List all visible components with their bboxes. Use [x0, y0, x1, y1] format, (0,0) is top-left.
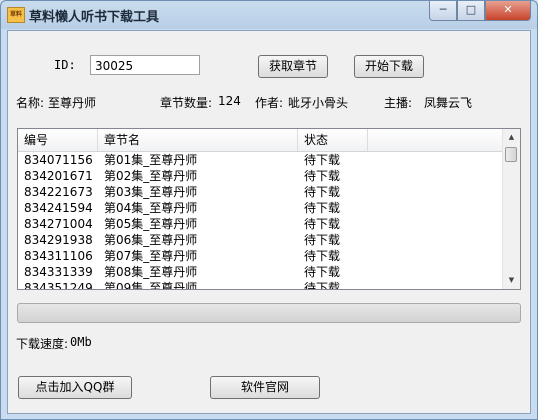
- cell-chapter-name: 第06集_至尊丹师: [104, 233, 198, 247]
- official-website-button[interactable]: 软件官网: [210, 376, 320, 399]
- author-label: 作者:: [255, 96, 284, 110]
- name-label: 名称:: [16, 96, 45, 110]
- cell-chapter-name: 第05集_至尊丹师: [104, 217, 198, 231]
- table-row[interactable]: 834201671 第02集_至尊丹师 待下载: [18, 168, 504, 184]
- narrator-value: 凤舞云飞: [424, 96, 473, 110]
- author-value: 呲牙小骨头: [288, 96, 349, 110]
- scroll-down-icon[interactable]: ▼: [503, 272, 520, 289]
- table-row[interactable]: 834071156 第01集_至尊丹师 待下载: [18, 152, 504, 168]
- close-button[interactable]: ✕: [485, 1, 531, 21]
- table-row[interactable]: 834241594 第04集_至尊丹师 待下载: [18, 200, 504, 216]
- cell-status: 待下载: [304, 217, 341, 231]
- table-header: 编号 章节名 状态: [18, 129, 504, 152]
- app-window: 草料 草料懒人听书下载工具 ─ □ ✕ ID: 30025 获取章节 开始下载 …: [0, 0, 538, 420]
- cell-chapter-name: 第03集_至尊丹师: [104, 185, 198, 199]
- column-header-chapter-name[interactable]: 章节名: [98, 129, 298, 151]
- cell-id: 834071156: [24, 153, 93, 167]
- column-header-status[interactable]: 状态: [298, 129, 368, 151]
- cell-status: 待下载: [304, 201, 341, 215]
- fetch-chapters-button[interactable]: 获取章节: [258, 55, 328, 78]
- start-download-button[interactable]: 开始下载: [354, 55, 424, 78]
- name-value: 至尊丹师: [48, 96, 97, 110]
- cell-chapter-name: 第07集_至尊丹师: [104, 249, 198, 263]
- cell-status: 待下载: [304, 233, 341, 247]
- download-speed-label: 下载速度:: [16, 337, 69, 351]
- cell-chapter-name: 第01集_至尊丹师: [104, 153, 198, 167]
- download-progress-bar: [17, 303, 521, 323]
- cell-status: 待下载: [304, 281, 341, 290]
- column-header-id[interactable]: 编号: [18, 129, 98, 151]
- cell-chapter-name: 第04集_至尊丹师: [104, 201, 198, 215]
- chapter-count-value: 124: [218, 94, 241, 108]
- cell-chapter-name: 第08集_至尊丹师: [104, 265, 198, 279]
- cell-id: 834311106: [24, 249, 93, 263]
- cell-status: 待下载: [304, 265, 341, 279]
- cell-status: 待下载: [304, 249, 341, 263]
- table-row[interactable]: 834351249 第09集_至尊丹师 待下载: [18, 280, 504, 290]
- id-label: ID:: [54, 58, 76, 72]
- cell-id: 834221673: [24, 185, 93, 199]
- table-row[interactable]: 834221673 第03集_至尊丹师 待下载: [18, 184, 504, 200]
- table-row[interactable]: 834311106 第07集_至尊丹师 待下载: [18, 248, 504, 264]
- app-icon: 草料: [7, 7, 25, 23]
- scroll-thumb[interactable]: [505, 147, 517, 162]
- cell-id: 834201671: [24, 169, 93, 183]
- join-qq-group-button[interactable]: 点击加入QQ群: [18, 376, 132, 399]
- cell-chapter-name: 第09集_至尊丹师: [104, 281, 198, 290]
- table-scrollbar[interactable]: ▲ ▼: [502, 129, 520, 289]
- table-row[interactable]: 834291938 第06集_至尊丹师 待下载: [18, 232, 504, 248]
- title-bar[interactable]: 草料 草料懒人听书下载工具 ─ □ ✕: [1, 1, 537, 29]
- main-panel: ID: 30025 获取章节 开始下载 名称: 至尊丹师 章节数量: 124 作…: [7, 30, 531, 414]
- cell-id: 834291938: [24, 233, 93, 247]
- window-title: 草料懒人听书下载工具: [29, 10, 160, 25]
- cell-id: 834271004: [24, 217, 93, 231]
- cell-id: 834331339: [24, 265, 93, 279]
- table-row[interactable]: 834271004 第05集_至尊丹师 待下载: [18, 216, 504, 232]
- chapter-table[interactable]: 编号 章节名 状态 834071156 第01集_至尊丹师 待下载 834201671…: [17, 128, 521, 290]
- scroll-up-icon[interactable]: ▲: [503, 129, 520, 146]
- window-controls: ─ □ ✕: [429, 1, 531, 21]
- cell-id: 834351249: [24, 281, 93, 290]
- cell-status: 待下载: [304, 169, 341, 183]
- id-input[interactable]: 30025: [90, 55, 200, 75]
- maximize-button[interactable]: □: [457, 1, 485, 21]
- cell-status: 待下载: [304, 153, 341, 167]
- cell-chapter-name: 第02集_至尊丹师: [104, 169, 198, 183]
- download-speed-value: 0Mb: [70, 335, 92, 349]
- chapter-count-label: 章节数量:: [160, 96, 213, 110]
- table-row[interactable]: 834331339 第08集_至尊丹师 待下载: [18, 264, 504, 280]
- minimize-button[interactable]: ─: [429, 1, 457, 21]
- cell-status: 待下载: [304, 185, 341, 199]
- cell-id: 834241594: [24, 201, 93, 215]
- narrator-label: 主播:: [384, 96, 413, 110]
